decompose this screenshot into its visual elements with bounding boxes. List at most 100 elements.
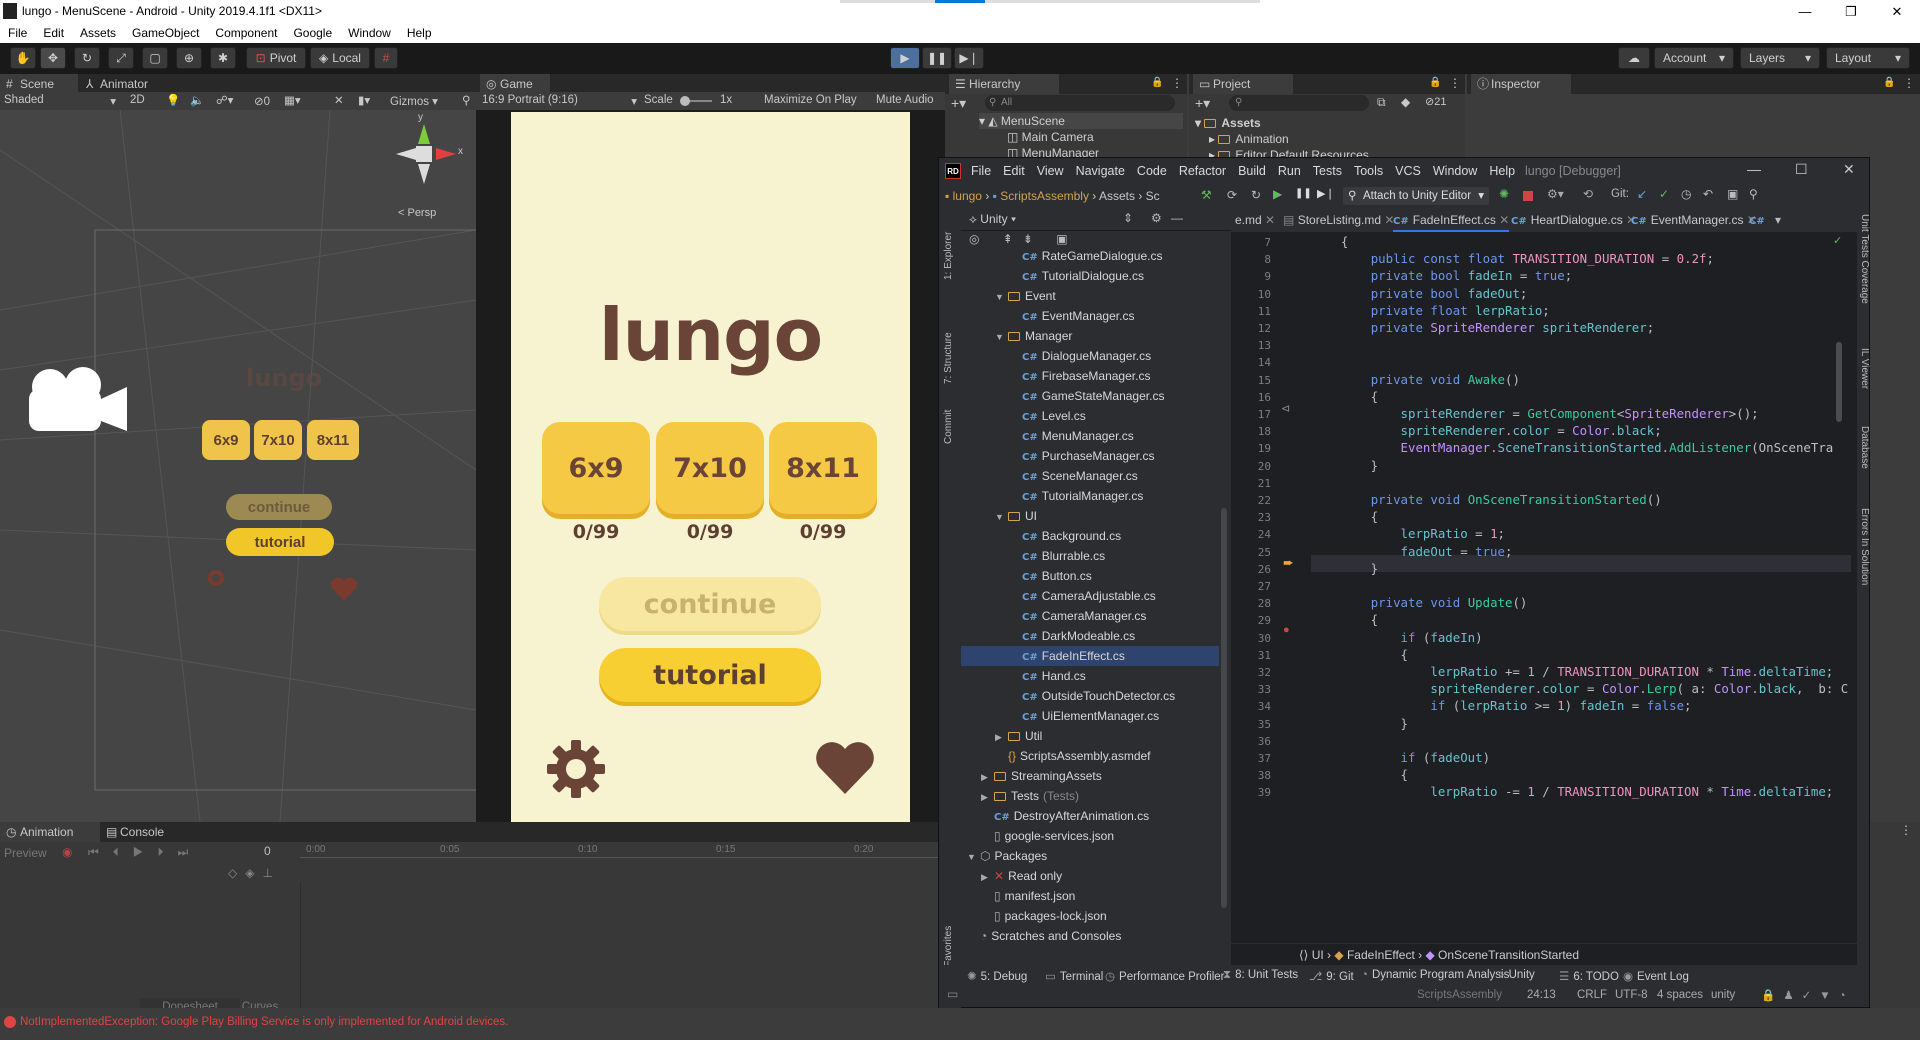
chevron-right-icon[interactable]: ▶ bbox=[981, 867, 991, 887]
pivot-toggle[interactable]: ⊡ Pivot bbox=[246, 47, 306, 69]
chevron-down-icon[interactable]: ▼ bbox=[995, 507, 1005, 527]
explorer-hide-icon[interactable]: — bbox=[1171, 211, 1183, 225]
tool-tab[interactable]: ▭ Terminal bbox=[1045, 969, 1103, 983]
status-item[interactable]: UTF-8 bbox=[1615, 989, 1648, 1001]
code-line[interactable]: lerpRatio -= 1 / TRANSITION_DURATION * T… bbox=[1311, 784, 1833, 799]
tree-item[interactable]: ◔ Scratches and Consoles bbox=[961, 926, 1219, 946]
git-history-icon[interactable]: ◷ bbox=[1681, 187, 1691, 201]
filter-label-icon[interactable]: ◆ bbox=[1401, 95, 1410, 109]
status-item[interactable]: CRLF bbox=[1577, 989, 1607, 1001]
override-marker-icon[interactable]: ⊲ bbox=[1281, 402, 1290, 415]
inspection-ok-icon[interactable]: ✓ bbox=[1833, 234, 1842, 247]
rider-menu-tools[interactable]: Tools bbox=[1354, 164, 1383, 178]
tree-item[interactable]: ▯ manifest.json bbox=[961, 886, 1219, 906]
rider-menu-refactor[interactable]: Refactor bbox=[1179, 164, 1226, 178]
toolstrip-commit[interactable]: Commit bbox=[943, 394, 957, 444]
code-line[interactable]: private void OnSceneTransitionStarted() bbox=[1311, 492, 1662, 507]
breadcrumb-lungo[interactable]: lungo bbox=[953, 189, 982, 203]
toolstrip-structure[interactable]: 7: Structure bbox=[943, 312, 957, 384]
editor-tab-heartdialogue[interactable]: C# HeartDialogue.cs ✕ bbox=[1511, 208, 1636, 232]
scale-tool-icon[interactable]: ⤢ bbox=[108, 47, 134, 69]
breakpoint-icon[interactable]: ● bbox=[1283, 624, 1290, 636]
rider-menu-view[interactable]: View bbox=[1037, 164, 1064, 178]
tree-item[interactable]: C# TutorialDialogue.cs bbox=[961, 266, 1219, 286]
code-line[interactable]: private SpriteRenderer spriteRenderer; bbox=[1311, 320, 1655, 335]
record-icon[interactable]: ◉ bbox=[62, 845, 72, 859]
layout-dropdown[interactable]: Layout ▾ bbox=[1826, 47, 1910, 69]
tool-tab[interactable]: ⧗ 8: Unit Tests bbox=[1223, 969, 1298, 982]
hierarchy-search-input[interactable]: ⚲ All bbox=[985, 95, 1175, 111]
tree-item[interactable]: C# CameraAdjustable.cs bbox=[961, 586, 1219, 606]
rider-close-button[interactable]: ✕ bbox=[1843, 161, 1855, 178]
tree-item[interactable]: C# OutsideTouchDetector.cs bbox=[961, 686, 1219, 706]
editor-scroll-thumb[interactable] bbox=[1836, 342, 1842, 422]
tree-item[interactable]: C# SceneManager.cs bbox=[961, 466, 1219, 486]
preview-toggle[interactable]: Preview bbox=[4, 846, 47, 860]
level-button-8x11[interactable]: 8x11 bbox=[769, 422, 877, 514]
code-line[interactable]: private float lerpRatio; bbox=[1311, 303, 1550, 318]
project-search-input[interactable]: ⚲ bbox=[1229, 95, 1369, 111]
tool-tab[interactable]: ◉ Event Log bbox=[1623, 969, 1689, 983]
panel-menu-icon[interactable]: ⋮ bbox=[1900, 823, 1912, 837]
chevron-right-icon[interactable]: ▶ bbox=[981, 767, 991, 787]
tab-game[interactable]: ◎ Game bbox=[480, 74, 550, 94]
effects-icon[interactable]: ☍▾ bbox=[216, 93, 233, 107]
tree-item[interactable]: C# UiElementManager.cs bbox=[961, 706, 1219, 726]
tree-item[interactable]: C# FirebaseManager.cs bbox=[961, 366, 1219, 386]
tree-item[interactable]: ▶ StreamingAssets bbox=[961, 766, 1219, 786]
minimize-button[interactable]: — bbox=[1782, 0, 1828, 23]
tree-item[interactable]: C# EventManager.cs bbox=[961, 306, 1219, 326]
code-area[interactable]: { public const float TRANSITION_DURATION… bbox=[1311, 232, 1851, 943]
filter-type-icon[interactable]: ⧉ bbox=[1377, 95, 1386, 110]
step-button[interactable]: ▶❘ bbox=[954, 47, 984, 69]
collab-cloud-icon[interactable]: ☁ bbox=[1618, 47, 1650, 69]
timeline-ruler[interactable]: 0:00 0:05 0:10 0:15 0:20 bbox=[300, 842, 938, 862]
code-line[interactable]: if (fadeIn) bbox=[1311, 630, 1483, 645]
rider-menu-help[interactable]: Help bbox=[1489, 164, 1515, 178]
unity-pause-icon[interactable]: ❚❚ bbox=[1295, 188, 1312, 199]
tool-tab[interactable]: ◔ Dynamic Program Analysis bbox=[1361, 969, 1509, 981]
scale-slider-thumb[interactable] bbox=[680, 96, 690, 106]
rider-menu-file[interactable]: File bbox=[971, 164, 991, 178]
tree-item[interactable]: C# PurchaseManager.cs bbox=[961, 446, 1219, 466]
tab-console[interactable]: ▤ Console bbox=[100, 822, 180, 842]
tree-item[interactable]: ▶ Util bbox=[961, 726, 1219, 746]
unity-play-icon[interactable]: ▶ bbox=[1273, 187, 1282, 201]
toggle-tool-windows-icon[interactable]: ▭ bbox=[947, 987, 958, 1001]
tree-item[interactable]: C# Level.cs bbox=[961, 406, 1219, 426]
scene-view[interactable]: y x < Persp lungo 6x9 7x10 8x11 continue… bbox=[0, 110, 476, 822]
hidden-objects-count[interactable]: ⊘0 bbox=[254, 94, 270, 108]
menu-assets[interactable]: Assets bbox=[72, 23, 124, 43]
camera-icon[interactable]: ▮▾ bbox=[358, 93, 370, 107]
aspect-dropdown[interactable]: 16:9 Portrait (9:16) ▾ bbox=[482, 94, 637, 108]
code-line[interactable]: } bbox=[1311, 561, 1378, 576]
close-icon[interactable]: ✕ bbox=[1265, 213, 1275, 227]
tree-item[interactable]: ▼ Manager bbox=[961, 326, 1219, 346]
rotate-tool-icon[interactable]: ↻ bbox=[74, 47, 100, 69]
status-item[interactable]: 24:13 bbox=[1527, 989, 1556, 1001]
explorer-action-icons[interactable]: ◎ ⇞⇟ ▣ bbox=[969, 232, 1078, 246]
editor-tab-storelisting[interactable]: ▤ StoreListing.md ✕ bbox=[1283, 208, 1394, 232]
tool-tab[interactable]: ⟡ Unity bbox=[1497, 969, 1535, 982]
maximize-on-play-toggle[interactable]: Maximize On Play bbox=[764, 94, 857, 106]
hidden-packages-count[interactable]: ⊘21 bbox=[1425, 95, 1446, 108]
tab-project[interactable]: ▭ Project bbox=[1193, 74, 1293, 94]
code-editor[interactable]: 7 8 9 10 11 12 13 14 15 16 17 18 19 20 21 22 23 24 25 26 27 2… bbox=[1231, 232, 1857, 943]
toolstrip-explorer[interactable]: 1: Explorer bbox=[943, 220, 957, 280]
rider-menu-run[interactable]: Run bbox=[1278, 164, 1301, 178]
code-line[interactable]: private bool fadeIn = true; bbox=[1311, 268, 1572, 283]
tab-animator[interactable]: ⅄ Animator bbox=[80, 74, 170, 94]
unity-icon[interactable]: ⟳ bbox=[1227, 188, 1237, 202]
tree-item[interactable]: C# CameraManager.cs bbox=[961, 606, 1219, 626]
favorite-heart-icon[interactable] bbox=[814, 740, 876, 796]
code-line[interactable]: EventManager.SceneTransitionStarted.AddL… bbox=[1311, 440, 1834, 455]
status-error-message[interactable]: NotImplementedException: Google Play Bil… bbox=[20, 1016, 508, 1028]
local-toggle[interactable]: ◈ Local bbox=[310, 47, 370, 69]
editor-scrollbar[interactable] bbox=[1833, 232, 1847, 943]
grid-icon[interactable]: ▦▾ bbox=[284, 93, 301, 107]
panel-menu-icon[interactable]: ⋮ bbox=[1171, 76, 1183, 90]
code-line[interactable]: spriteRenderer = GetComponent<SpriteRend… bbox=[1311, 406, 1759, 421]
tree-item[interactable]: ▶ Tests (Tests) bbox=[961, 786, 1219, 806]
panel-menu-icon[interactable]: ⋮ bbox=[1449, 76, 1461, 90]
collapse-all-icon[interactable]: ⇕ bbox=[1123, 211, 1133, 225]
